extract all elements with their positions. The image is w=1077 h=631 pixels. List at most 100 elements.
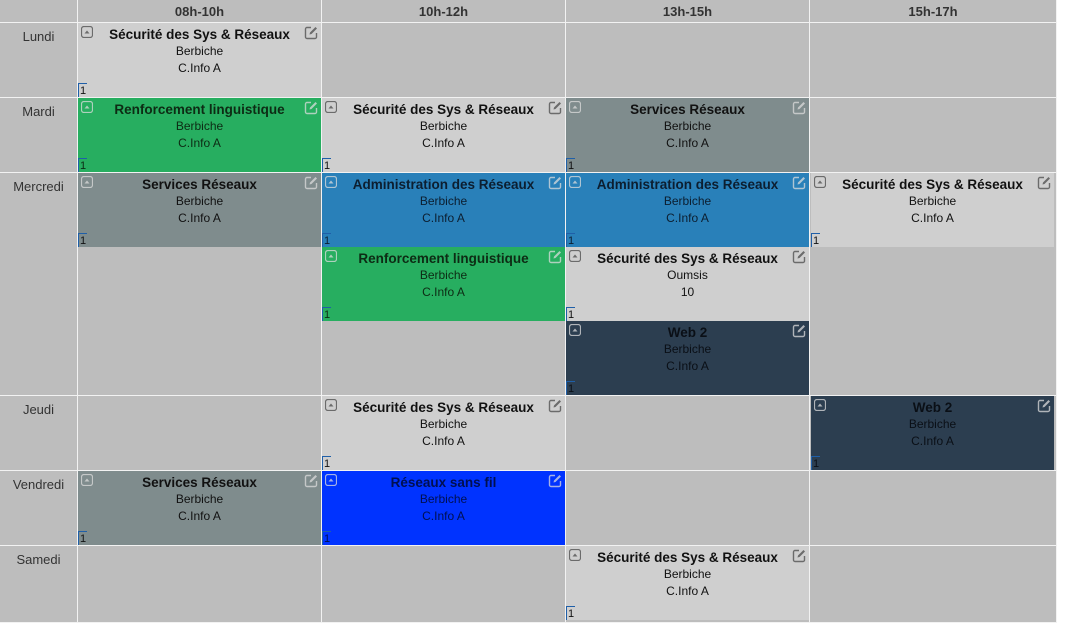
class-count: 1 <box>322 233 331 247</box>
corner-cell <box>0 0 77 22</box>
collapse-icon[interactable] <box>80 25 94 39</box>
class-card[interactable]: Services Réseaux Berbiche C.Info A 1 <box>78 471 321 545</box>
edit-icon[interactable] <box>548 250 562 264</box>
collapse-icon[interactable] <box>324 100 338 114</box>
class-count: 1 <box>811 456 820 470</box>
timetable-grid: 08h-10h 10h-12h 13h-15h 15h-17h Lundi Ma… <box>0 0 1057 623</box>
class-group: C.Info A <box>666 136 709 150</box>
edit-icon[interactable] <box>304 176 318 190</box>
class-count: 1 <box>322 307 331 321</box>
edit-icon[interactable] <box>548 176 562 190</box>
class-teacher: Berbiche <box>663 194 712 208</box>
edit-icon[interactable] <box>792 250 806 264</box>
class-group: C.Info A <box>422 136 465 150</box>
class-count: 1 <box>811 233 820 247</box>
grid-line <box>1056 0 1057 623</box>
class-title: Renforcement linguistique <box>358 251 529 266</box>
class-count: 1 <box>78 83 87 97</box>
collapse-icon[interactable] <box>568 323 582 337</box>
collapse-icon[interactable] <box>80 100 94 114</box>
collapse-icon[interactable] <box>568 249 582 263</box>
class-group: C.Info A <box>422 509 465 523</box>
class-teacher: Berbiche <box>419 492 468 506</box>
class-card[interactable]: Renforcement linguistique Berbiche C.Info … <box>78 98 321 172</box>
class-title: Administration des Réseaux <box>352 177 535 192</box>
edit-icon[interactable] <box>548 474 562 488</box>
class-card[interactable]: Services Réseaux Berbiche C.Info A 1 <box>78 173 321 247</box>
class-count: 1 <box>566 381 575 395</box>
class-group: C.Info A <box>178 61 221 75</box>
edit-icon[interactable] <box>792 549 806 563</box>
edit-icon[interactable] <box>548 101 562 115</box>
class-card[interactable]: Renforcement linguistique Berbiche C.Info … <box>322 247 565 321</box>
class-teacher: Berbiche <box>419 268 468 282</box>
class-card[interactable]: Administration des Réseaux Berbiche C.Info… <box>322 173 565 247</box>
collapse-icon[interactable] <box>324 175 338 189</box>
class-card[interactable]: Sécurité des Sys & Réseaux Berbiche C.Info… <box>811 173 1054 247</box>
class-count: 1 <box>322 531 331 545</box>
collapse-icon[interactable] <box>568 548 582 562</box>
class-count: 1 <box>322 456 331 470</box>
collapse-icon[interactable] <box>568 175 582 189</box>
class-teacher: Berbiche <box>908 194 957 208</box>
class-teacher: Berbiche <box>419 119 468 133</box>
edit-icon[interactable] <box>792 324 806 338</box>
slot-header: 15h-17h <box>810 0 1056 22</box>
class-teacher: Berbiche <box>175 492 224 506</box>
class-card[interactable]: Sécurité des Sys & Réseaux Berbiche C.Info… <box>78 23 321 97</box>
edit-icon[interactable] <box>1037 176 1051 190</box>
class-group: C.Info A <box>666 584 709 598</box>
class-card[interactable]: Web 2 Berbiche C.Info A 1 <box>811 396 1054 470</box>
class-title: Web 2 <box>667 325 708 340</box>
class-group: C.Info A <box>666 211 709 225</box>
class-teacher: Berbiche <box>175 44 224 58</box>
day-label: Mardi <box>22 104 55 119</box>
edit-icon[interactable] <box>1037 399 1051 413</box>
class-count: 1 <box>322 158 331 172</box>
class-group: C.Info A <box>422 434 465 448</box>
class-card[interactable]: Sécurité des Sys & Réseaux Berbiche C.Info… <box>322 98 565 172</box>
class-group: C.Info A <box>178 136 221 150</box>
class-card[interactable]: Web 2 Berbiche C.Info A 1 <box>566 321 809 395</box>
grid-line <box>0 622 1057 623</box>
class-card[interactable]: Sécurité des Sys & Réseaux Oumsis 10 1 <box>566 247 809 321</box>
edit-icon[interactable] <box>304 101 318 115</box>
class-teacher: Berbiche <box>663 567 712 581</box>
day-label: Jeudi <box>22 402 55 417</box>
class-group: C.Info A <box>911 211 954 225</box>
class-teacher: Berbiche <box>663 342 712 356</box>
class-card[interactable]: Services Réseaux Berbiche C.Info A 1 <box>566 98 809 172</box>
collapse-icon[interactable] <box>80 175 94 189</box>
edit-icon[interactable] <box>304 26 318 40</box>
edit-icon[interactable] <box>792 101 806 115</box>
edit-icon[interactable] <box>548 399 562 413</box>
class-title: Sécurité des Sys & Réseaux <box>842 177 1023 192</box>
collapse-icon[interactable] <box>813 175 827 189</box>
class-title: Sécurité des Sys & Réseaux <box>109 27 290 42</box>
collapse-icon[interactable] <box>568 100 582 114</box>
class-title: Sécurité des Sys & Réseaux <box>353 400 534 415</box>
class-count: 1 <box>78 233 87 247</box>
class-card[interactable]: Réseaux sans fil Berbiche C.Info A 1 <box>322 471 565 545</box>
class-title: Services Réseaux <box>142 177 257 192</box>
class-group: C.Info A <box>422 211 465 225</box>
class-count: 1 <box>566 307 575 321</box>
edit-icon[interactable] <box>304 474 318 488</box>
class-title: Administration des Réseaux <box>596 177 779 192</box>
collapse-icon[interactable] <box>324 249 338 263</box>
collapse-icon[interactable] <box>813 398 827 412</box>
class-group: C.Info A <box>178 211 221 225</box>
collapse-icon[interactable] <box>324 398 338 412</box>
class-card[interactable]: Sécurité des Sys & Réseaux Berbiche C.Info… <box>322 396 565 470</box>
class-title: Services Réseaux <box>142 475 257 490</box>
class-count: 1 <box>566 158 575 172</box>
slot-header: 10h-12h <box>322 0 565 22</box>
class-title: Services Réseaux <box>630 102 745 117</box>
grid-line <box>809 0 810 623</box>
collapse-icon[interactable] <box>80 473 94 487</box>
collapse-icon[interactable] <box>324 473 338 487</box>
class-card[interactable]: Administration des Réseaux Berbiche C.Info… <box>566 173 809 247</box>
edit-icon[interactable] <box>792 176 806 190</box>
class-teacher: Berbiche <box>908 417 957 431</box>
class-card[interactable]: Sécurité des Sys & Réseaux Berbiche C.Info… <box>566 546 809 620</box>
